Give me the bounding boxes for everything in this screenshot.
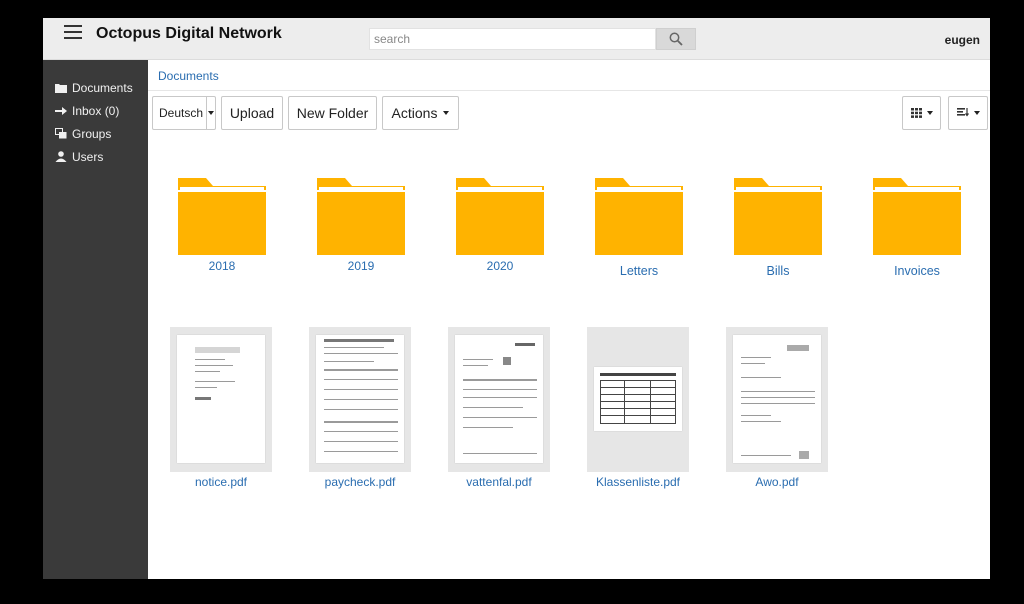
view-mode-button[interactable] [902,96,941,130]
top-bar: Octopus Digital Network eugen [43,18,990,60]
sidebar-item-label: Users [72,149,104,164]
breadcrumb-divider [148,90,990,91]
file-label: Awo.pdf [755,475,799,489]
breadcrumb[interactable]: Documents [158,69,219,83]
app-window: Octopus Digital Network eugen Documents … [43,18,990,579]
language-select[interactable]: Deutsch [152,96,216,130]
file-thumbnail [587,327,689,472]
sidebar-item-label: Groups [72,126,112,141]
upload-button[interactable]: Upload [221,96,283,130]
sort-icon [956,108,969,117]
sidebar-item-groups[interactable]: Groups [43,122,148,145]
folder-icon [54,82,67,94]
file-item[interactable]: vattenfal.pdf [448,327,550,489]
folder-item[interactable]: 2018 [176,178,268,273]
main-content: Documents Deutsch Upload New Folder Acti… [148,60,990,579]
search-input[interactable] [369,28,656,50]
folder-icon [178,178,266,255]
folder-icon [595,178,683,255]
file-item[interactable]: notice.pdf [170,327,272,489]
file-item[interactable]: Awo.pdf [726,327,828,489]
folder-icon [317,178,405,255]
user-icon [54,151,67,163]
file-label: vattenfal.pdf [466,475,532,489]
folder-item[interactable]: 2019 [315,178,407,273]
groups-icon [54,128,67,140]
hamburger-menu-icon[interactable] [64,25,82,43]
chevron-down-icon [926,111,933,115]
grid-view-icon [910,108,922,118]
sidebar-item-inbox[interactable]: Inbox (0) [43,99,148,122]
language-value: Deutsch [159,106,204,120]
file-label: paycheck.pdf [324,475,396,489]
sidebar: Documents Inbox (0) Groups Users [43,60,148,579]
file-label: notice.pdf [194,475,248,489]
new-folder-button[interactable]: New Folder [288,96,377,130]
user-menu[interactable]: eugen [945,33,980,47]
folder-label: 2018 [208,259,236,273]
folder-item[interactable]: Invoices [871,178,963,278]
folder-item[interactable]: 2020 [454,178,546,273]
folder-label: Letters [619,264,659,278]
folder-label: Invoices [894,264,940,278]
folder-icon [873,178,961,255]
folder-icon [456,178,544,255]
folder-label: 2020 [486,259,514,273]
search-icon [669,32,683,46]
folder-label: Bills [766,264,790,278]
folder-label: 2019 [347,259,375,273]
sidebar-item-label: Documents [72,80,133,95]
arrow-right-icon [54,105,67,117]
actions-button[interactable]: Actions [382,96,459,130]
folder-item[interactable]: Bills [732,178,824,278]
file-label: Klassenliste.pdf [595,475,681,489]
sort-button[interactable] [948,96,988,130]
file-thumbnail [309,327,411,472]
actions-label: Actions [391,105,438,121]
file-thumbnail [448,327,550,472]
folder-icon [734,178,822,255]
app-title: Octopus Digital Network [96,25,282,42]
file-thumbnail [170,327,272,472]
chevron-down-icon [206,97,215,129]
file-thumbnail [726,327,828,472]
chevron-down-icon [443,111,450,115]
search-button[interactable] [656,28,696,50]
file-item[interactable]: paycheck.pdf [309,327,411,489]
folder-item[interactable]: Letters [593,178,685,278]
sidebar-item-documents[interactable]: Documents [43,76,148,99]
file-item[interactable]: Klassenliste.pdf [587,327,689,489]
sidebar-item-users[interactable]: Users [43,145,148,168]
sidebar-item-label: Inbox (0) [72,103,120,118]
chevron-down-icon [973,111,980,115]
